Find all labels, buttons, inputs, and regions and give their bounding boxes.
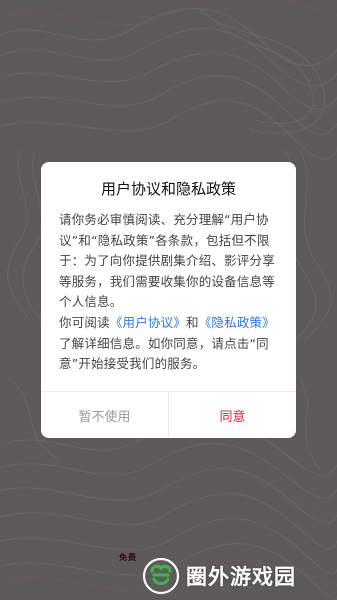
paragraph-2-suffix: 了解详细信息。如你同意，请点击“同意”开始接受我们的服务。 [59,335,269,372]
dialog-body: 请你务必审慎阅读、充分理解“用户协议”和“隐私政策”各条款，包括但不限于：为了向… [59,210,281,375]
paragraph-2-prefix: 你可阅读 [59,314,110,330]
privacy-policy-link[interactable]: 《隐私政策》 [199,315,275,330]
dialog-paragraph-2: 你可阅读《用户协议》和《隐私政策》了解详细信息。如你同意，请点击“同意”开始接受… [59,313,281,375]
privacy-dialog: 用户协议和隐私政策 请你务必审慎阅读、充分理解“用户协议”和“隐私政策”各条款，… [41,162,296,438]
watermark: 圈外游戏园 [142,552,296,600]
footer-partial-text: 免费 [119,553,137,562]
dialog-buttons: 暂不使用 同意 [41,391,296,438]
agree-button[interactable]: 同意 [169,392,296,438]
watermark-text: 圈外游戏园 [186,565,296,589]
app-logo-icon [142,557,180,595]
dialog-paragraph-1: 请你务必审慎阅读、充分理解“用户协议”和“隐私政策”各条款，包括但不限于：为了向… [59,212,275,310]
user-agreement-link[interactable]: 《用户协议》 [110,315,186,330]
dialog-title: 用户协议和隐私政策 [100,180,236,198]
decline-button[interactable]: 暂不使用 [41,392,169,438]
and-text: 和 [186,314,199,330]
